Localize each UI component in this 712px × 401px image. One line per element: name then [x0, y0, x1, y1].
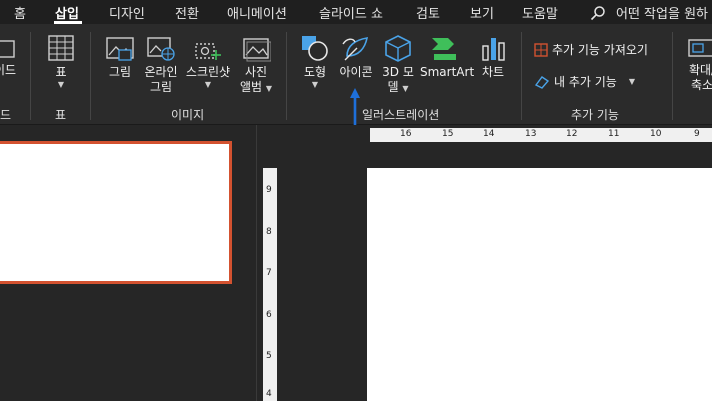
group-label-images: 이미지 [171, 108, 205, 122]
tab-animations[interactable]: 애니메이션 [227, 3, 287, 22]
smartart-icon [432, 38, 456, 60]
online-picture-button[interactable]: 온라인 그림 [142, 36, 180, 95]
ruler-label: 12 [566, 129, 578, 139]
my-addins-button[interactable]: 내 추가 기능 ▼ [534, 73, 635, 90]
group-label-partial: 드 [0, 108, 12, 122]
table-icon [48, 35, 74, 61]
online-picture-icon [147, 37, 175, 61]
group-separator [672, 32, 673, 120]
group-label-illustrations: 일러스트레이션 [362, 108, 440, 122]
tab-insert[interactable]: 삽입 [55, 3, 79, 22]
search-icon[interactable] [590, 5, 606, 21]
tab-view[interactable]: 보기 [470, 3, 494, 22]
slide-thumbnail[interactable] [0, 141, 232, 284]
chevron-down-icon: ▼ [402, 84, 409, 93]
photo-album-button[interactable]: 사진 앨범 ▼ [238, 36, 274, 96]
vertical-ruler: 9 8 7 6 5 4 [263, 168, 277, 401]
chevron-down-icon: ▼ [311, 80, 319, 89]
chart-button[interactable]: 차트 [477, 34, 509, 80]
get-addins-button[interactable]: 추가 기능 가져오기 [534, 41, 648, 58]
my-addins-label: 내 추가 기능 [554, 75, 617, 89]
ruler-label: 10 [650, 129, 662, 139]
group-separator [90, 32, 91, 120]
shapes-icon [302, 36, 328, 61]
addin-icon [534, 75, 550, 89]
picture-button[interactable]: 그림 [104, 36, 136, 80]
photo-album-label: 사진 [244, 65, 268, 79]
zoom-button[interactable]: 확대/ 축소 [682, 36, 712, 93]
slide-canvas[interactable] [367, 168, 712, 401]
chevron-down-icon: ▼ [204, 80, 212, 89]
ruler-label: 13 [525, 129, 537, 139]
shapes-label: 도형 [303, 65, 327, 79]
chevron-down-icon: ▼ [57, 80, 65, 89]
3d-models-label: 3D 모 [382, 65, 414, 79]
zoom-icon [688, 39, 712, 57]
zoom-label-2: 축소 [690, 78, 712, 92]
icons-button[interactable]: 아이콘 [337, 34, 375, 80]
table-button[interactable]: 표 ▼ [44, 34, 78, 90]
group-separator [30, 32, 31, 120]
icons-icon [342, 37, 369, 61]
screenshot-icon [195, 43, 221, 60]
3d-models-label-2: 델 [387, 80, 399, 94]
picture-label: 그림 [108, 65, 132, 79]
partial-label: 이드 [0, 63, 17, 77]
ruler-label: 9 [694, 129, 700, 139]
photo-album-label-2: 앨범 [239, 80, 263, 94]
tab-review[interactable]: 검토 [416, 3, 440, 22]
smartart-button[interactable]: SmartArt [420, 34, 474, 80]
slide-icon [0, 40, 15, 58]
partial-button[interactable]: 이드 [0, 38, 16, 78]
ruler-label: 11 [608, 129, 620, 139]
tell-me-search[interactable]: 어떤 작업을 원하 [616, 3, 708, 22]
3d-models-button[interactable]: 3D 모 델 ▼ [381, 34, 415, 96]
zoom-label: 확대/ [688, 63, 712, 77]
tab-home[interactable]: 홈 [14, 3, 26, 22]
online-picture-label: 온라인 [144, 65, 178, 79]
ruler-label: 8 [266, 227, 272, 237]
ribbon-tab-bar: 홈 삽입 디자인 전환 애니메이션 슬라이드 쇼 검토 보기 도움말 어떤 작업… [0, 0, 712, 24]
ruler-label: 16 [400, 129, 412, 139]
tab-help[interactable]: 도움말 [522, 3, 558, 22]
ruler-label: 5 [266, 351, 272, 361]
shapes-button[interactable]: 도형 ▼ [298, 34, 332, 90]
workspace: 16 15 14 13 12 11 10 9 9 8 7 6 5 4 [0, 125, 712, 401]
store-icon [534, 42, 548, 57]
screenshot-button[interactable]: 스크린샷 ▼ [184, 36, 232, 90]
ruler-label: 15 [442, 129, 454, 139]
picture-icon [106, 37, 134, 61]
smartart-label: SmartArt [420, 65, 475, 79]
horizontal-ruler: 16 15 14 13 12 11 10 9 [370, 128, 712, 142]
slide-thumbnail-pane [0, 125, 257, 401]
screenshot-label: 스크린샷 [185, 65, 231, 79]
tab-transitions[interactable]: 전환 [175, 3, 199, 22]
online-picture-label-2: 그림 [149, 80, 173, 94]
ruler-label: 9 [266, 185, 272, 195]
group-label-table: 표 [55, 108, 67, 122]
tab-slideshow[interactable]: 슬라이드 쇼 [319, 3, 383, 22]
ruler-label: 6 [266, 310, 272, 320]
chart-label: 차트 [481, 65, 505, 79]
icons-label: 아이콘 [339, 65, 373, 79]
chart-icon [482, 38, 505, 61]
ruler-label: 7 [266, 268, 272, 278]
group-separator [286, 32, 287, 120]
ruler-label: 4 [266, 389, 272, 399]
group-separator [521, 32, 522, 120]
chevron-down-icon: ▼ [628, 77, 635, 86]
photo-album-icon [243, 38, 271, 62]
chevron-down-icon: ▼ [265, 84, 273, 93]
get-addins-label: 추가 기능 가져오기 [552, 43, 648, 57]
group-label-addins: 추가 기능 [571, 108, 619, 122]
table-label: 표 [55, 65, 67, 79]
ruler-label: 14 [483, 129, 495, 139]
cube-icon [385, 35, 411, 62]
tab-design[interactable]: 디자인 [109, 3, 145, 22]
